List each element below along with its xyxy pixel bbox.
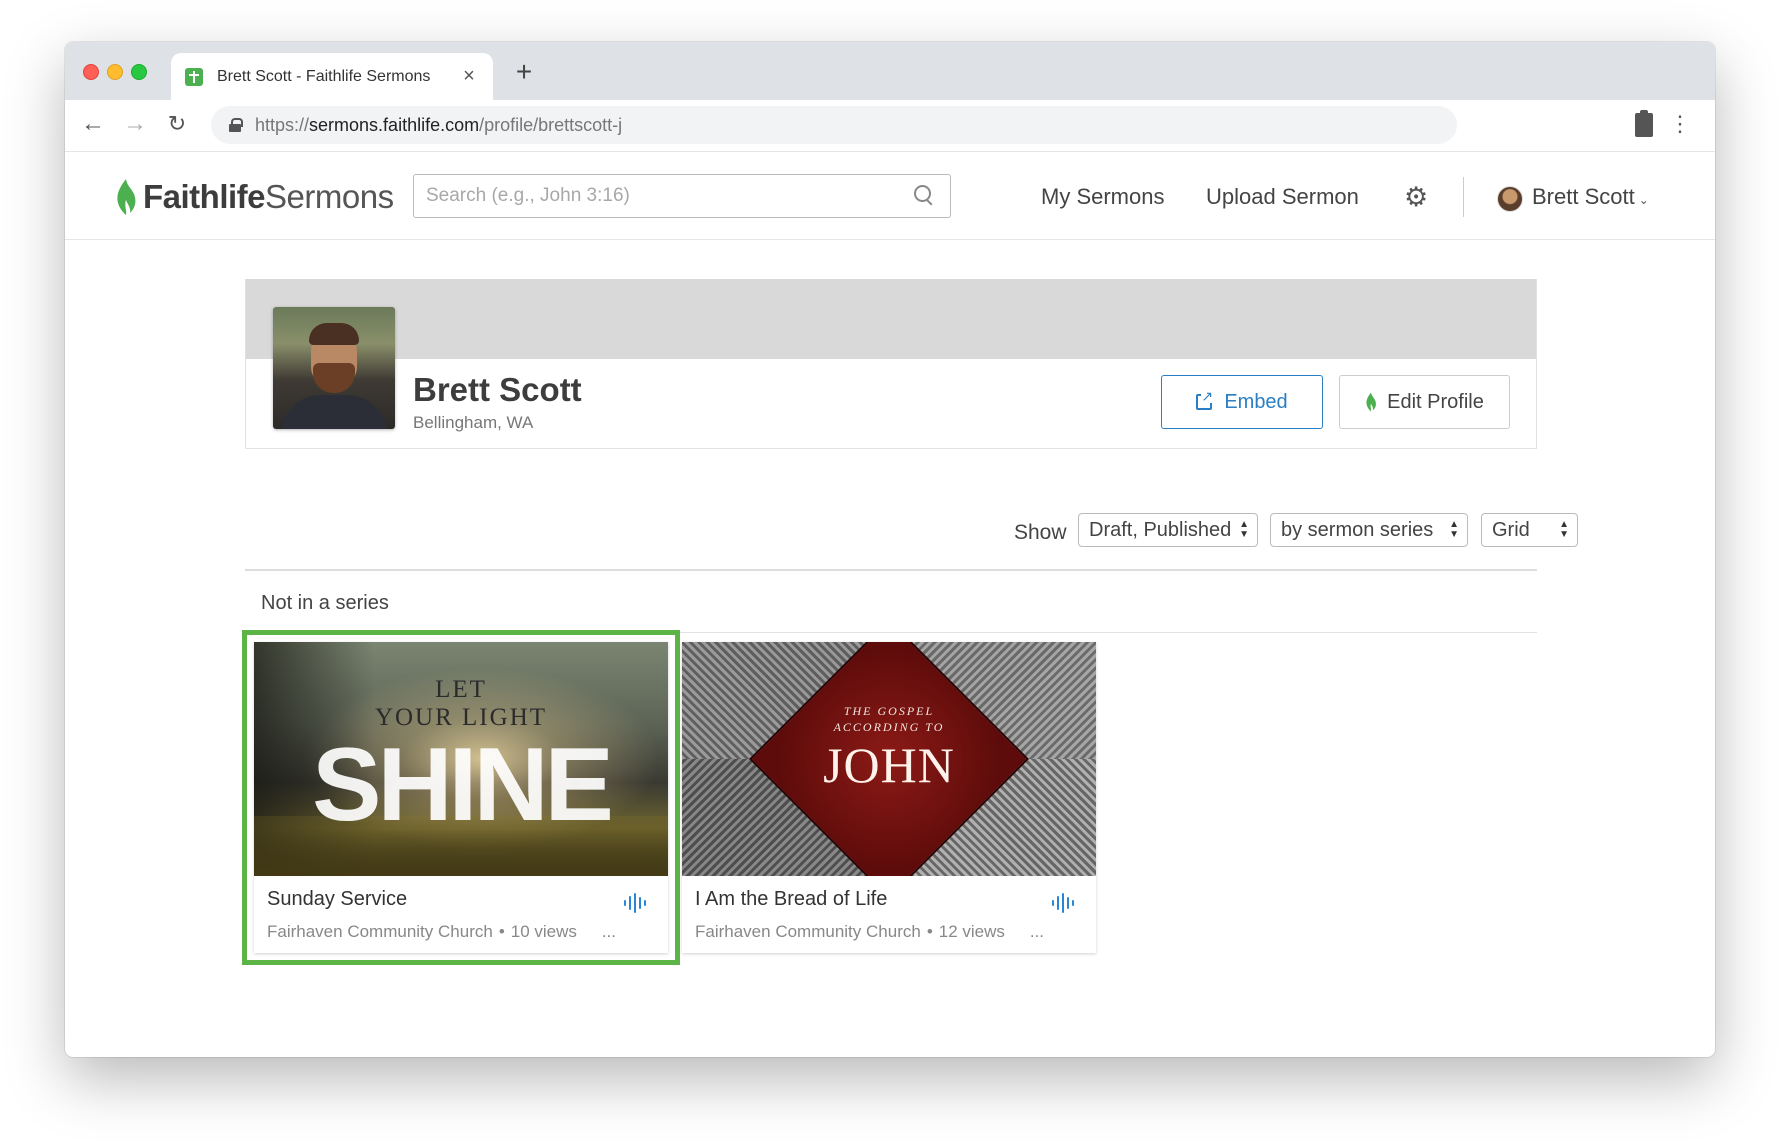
status-select[interactable]: Draft, Published ▲ ▼ [1078,513,1258,547]
profile-location: Bellingham, WA [413,413,534,432]
reload-icon[interactable]: ↻ [163,110,191,138]
header-divider [1463,177,1464,217]
sermon-title[interactable]: Sunday Service [267,888,407,911]
select-arrows-icon: ▲ ▼ [1239,519,1249,540]
flame-icon [1366,392,1377,412]
sermon-meta: Fairhaven Community Church • 12 views [695,922,1005,941]
view-select[interactable]: Grid ▲ ▼ [1481,513,1578,547]
edit-profile-button[interactable]: Edit Profile [1339,375,1510,429]
flame-logo-icon [117,179,136,215]
address-bar[interactable]: https://sermons.faithlife.com/profile/br… [211,106,1457,144]
url-text: https://sermons.faithlife.com/profile/br… [255,114,623,135]
gear-icon[interactable]: ⚙ [1404,184,1428,211]
more-options-button[interactable]: ... [1030,922,1044,942]
divider [245,569,1537,571]
new-tab-button[interactable]: + [509,56,539,88]
clipboard-extension-icon[interactable] [1635,110,1653,137]
user-menu[interactable]: Brett Scott ⌄ [1532,184,1649,210]
select-arrows-icon: ▲ ▼ [1559,519,1569,540]
minimize-window-button[interactable] [107,64,123,80]
search-icon[interactable] [914,185,934,205]
profile-name: Brett Scott [413,371,582,408]
forward-arrow-icon[interactable]: → [121,110,149,138]
back-arrow-icon[interactable]: ← [79,110,107,138]
external-link-icon [1196,389,1214,410]
browser-menu-icon[interactable]: ⋮ [1669,112,1691,136]
profile-photo [273,307,395,429]
profile-cover [246,279,1536,359]
tab-bar: Brett Scott - Faithlife Sermons × + [65,42,1715,100]
search-input[interactable] [414,175,884,217]
user-avatar[interactable] [1497,186,1523,212]
profile-card: Brett Scott Bellingham, WA Embed Edit Pr… [245,279,1537,449]
grouping-select[interactable]: by sermon series ▲ ▼ [1270,513,1468,547]
browser-tab[interactable]: Brett Scott - Faithlife Sermons × [171,53,493,100]
maximize-window-button[interactable] [131,64,147,80]
sermon-card[interactable]: LET YOUR LIGHT SHINE Sunday Service Fair… [254,642,668,953]
close-window-button[interactable] [83,64,99,80]
search-box [413,174,951,218]
sermon-title[interactable]: I Am the Bread of Life [695,888,887,911]
section-title: Not in a series [261,592,389,614]
show-label: Show [1014,521,1067,544]
more-options-button[interactable]: ... [602,922,616,942]
sermon-card[interactable]: THE GOSPEL ACCORDING TO JOHN I Am the Br… [682,642,1096,953]
sermon-meta: Fairhaven Community Church • 10 views [267,922,577,941]
tab-close-icon[interactable]: × [459,65,479,88]
browser-toolbar: ← → ↻ https://sermons.faithlife.com/prof… [65,100,1715,152]
select-arrows-icon: ▲ ▼ [1449,519,1459,540]
my-sermons-link[interactable]: My Sermons [1041,184,1164,210]
browser-window: Brett Scott - Faithlife Sermons × + ← → … [65,42,1715,1057]
faithlife-sermons-logo[interactable]: Faithlife Sermons [115,175,394,219]
embed-button[interactable]: Embed [1161,375,1323,429]
audio-waveform-icon [624,892,646,914]
tab-title: Brett Scott - Faithlife Sermons [217,67,431,85]
faithlife-favicon-icon [185,67,203,86]
chevron-down-icon: ⌄ [1638,193,1649,207]
lock-icon [229,118,243,132]
audio-waveform-icon [1052,892,1074,914]
sermon-thumbnail[interactable]: THE GOSPEL ACCORDING TO JOHN [682,642,1096,876]
site-header: FaithlifeSermons My Sermons Upload Sermo… [65,153,1715,240]
upload-sermon-link[interactable]: Upload Sermon [1206,184,1359,210]
sermon-thumbnail[interactable]: LET YOUR LIGHT SHINE [254,642,668,876]
